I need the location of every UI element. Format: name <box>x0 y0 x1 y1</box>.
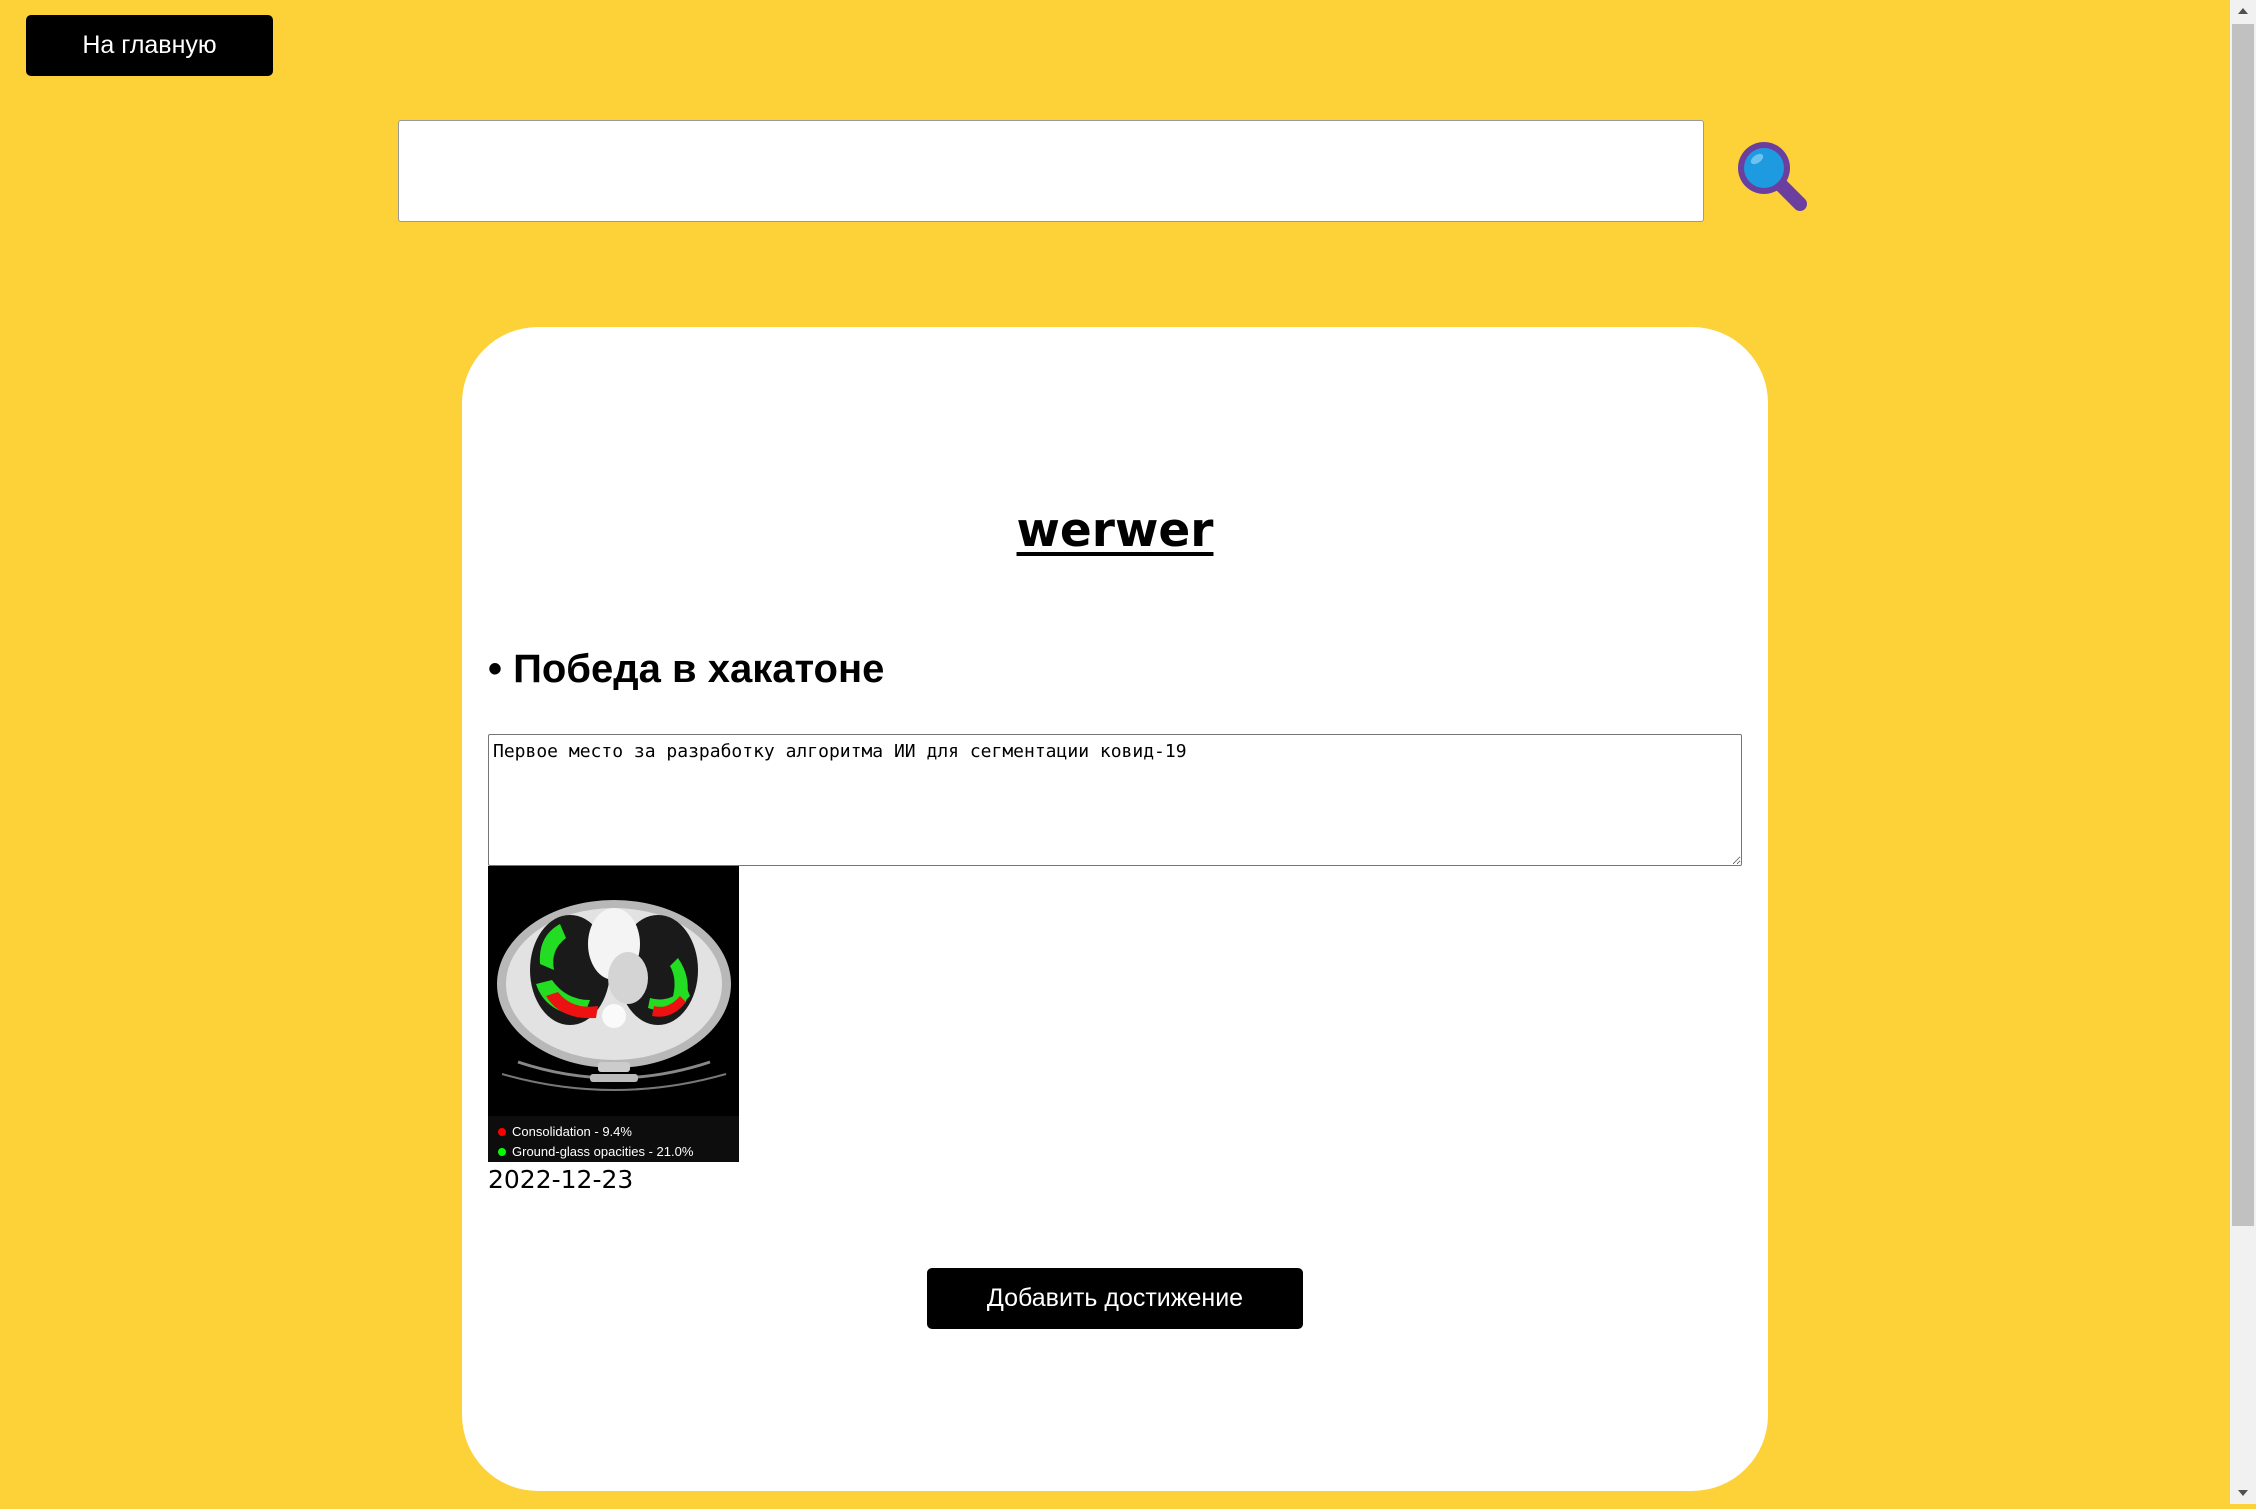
achievement-image: Consolidation - 9.4% Ground-glass opacit… <box>488 866 739 1162</box>
scrollbar-thumb[interactable] <box>2232 24 2254 1226</box>
achievements-card: werwer • Победа в хакатоне Первое место … <box>462 327 1768 1491</box>
add-achievement-button[interactable]: Добавить достижение <box>927 1268 1303 1329</box>
consolidation-legend: Consolidation - 9.4% <box>512 1124 632 1139</box>
profile-name: werwer <box>1016 503 1214 558</box>
scroll-down-arrow-icon[interactable] <box>2230 1482 2256 1504</box>
scroll-up-arrow-icon[interactable] <box>2230 0 2256 22</box>
vertical-scrollbar[interactable] <box>2230 0 2256 1504</box>
search-input[interactable] <box>398 120 1704 222</box>
achievement-title: • Победа в хакатоне <box>488 647 885 691</box>
home-button[interactable]: На главную <box>26 15 273 76</box>
achievement-date: 2022-12-23 <box>488 1165 634 1194</box>
ground-glass-legend: Ground-glass opacities - 21.0% <box>512 1144 694 1159</box>
search-icon[interactable] <box>1732 136 1808 212</box>
achievement-description[interactable] <box>488 734 1742 866</box>
